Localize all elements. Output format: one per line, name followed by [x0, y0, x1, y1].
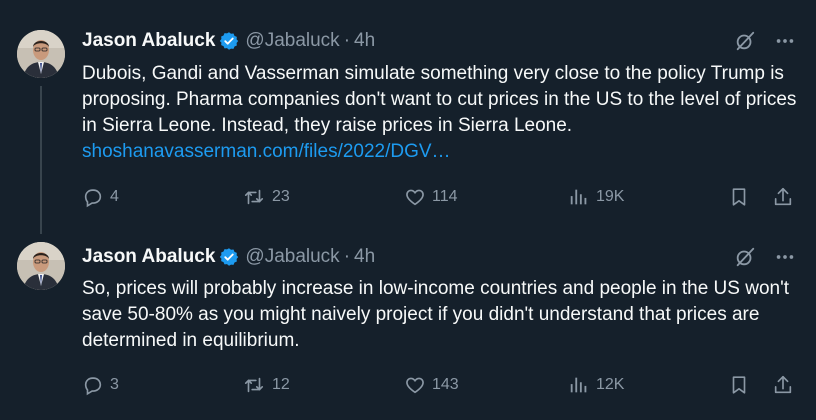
tweet-header: Jason Abaluck @Jabaluck · 4h [82, 245, 375, 269]
repost-icon [242, 186, 266, 208]
reply-count: 3 [110, 376, 119, 393]
grok-icon[interactable] [734, 246, 756, 273]
grok-icon[interactable] [734, 30, 756, 57]
views-icon [568, 374, 590, 396]
views-count: 19K [596, 188, 625, 205]
verified-badge-icon [219, 247, 239, 267]
avatar[interactable] [17, 30, 65, 78]
verified-badge-icon [219, 31, 239, 51]
tweet-link[interactable]: shoshanavasserman.com/files/2022/DGV… [82, 141, 451, 162]
tweet[interactable]: Jason Abaluck @Jabaluck · 4h So, prices … [0, 228, 816, 420]
reply-button[interactable]: 3 [82, 374, 119, 396]
repost-icon [242, 374, 266, 396]
tweet-body: Dubois, Gandi and Vasserman simulate som… [82, 63, 797, 136]
views-icon [568, 186, 590, 208]
reply-icon [82, 186, 104, 208]
reply-button[interactable]: 4 [82, 186, 119, 208]
like-button[interactable]: 114 [404, 186, 458, 208]
tweet[interactable]: Jason Abaluck @Jabaluck · 4h Dubois, Gan… [0, 0, 816, 228]
tweet-body: So, prices will probably increase in low… [82, 278, 789, 351]
repost-count: 23 [272, 188, 290, 205]
tweet-top-actions [734, 30, 796, 57]
like-icon [404, 186, 426, 208]
like-icon [404, 374, 426, 396]
author-handle[interactable]: @Jabaluck [245, 246, 339, 268]
share-icon [772, 374, 794, 396]
bookmark-icon [728, 374, 750, 396]
tweet-header: Jason Abaluck @Jabaluck · 4h [82, 29, 375, 53]
more-icon[interactable] [774, 246, 796, 273]
like-count: 143 [432, 376, 459, 393]
tweet-text: Dubois, Gandi and Vasserman simulate som… [82, 61, 802, 165]
author-handle[interactable]: @Jabaluck [245, 30, 339, 52]
reply-icon [82, 374, 104, 396]
views-count: 12K [596, 376, 625, 393]
views-button[interactable]: 19K [568, 186, 624, 208]
share-icon [772, 186, 794, 208]
tweet-text: So, prices will probably increase in low… [82, 276, 802, 354]
tweet-actions: 4 23 114 19K [82, 186, 796, 210]
views-button[interactable]: 12K [568, 374, 624, 396]
bookmark-icon [728, 186, 750, 208]
avatar[interactable] [17, 242, 65, 290]
author-name[interactable]: Jason Abaluck [82, 246, 215, 268]
reply-count: 4 [110, 188, 119, 205]
share-button[interactable] [772, 374, 794, 396]
like-button[interactable]: 143 [404, 374, 459, 396]
repost-button[interactable]: 23 [242, 186, 290, 208]
tweet-top-actions [734, 246, 796, 273]
separator-dot: · [343, 30, 351, 51]
tweet-actions: 3 12 143 12K [82, 374, 796, 398]
bookmark-button[interactable] [728, 186, 750, 208]
like-count: 114 [432, 188, 458, 205]
repost-button[interactable]: 12 [242, 374, 290, 396]
more-icon[interactable] [774, 30, 796, 57]
author-name[interactable]: Jason Abaluck [82, 30, 215, 52]
separator-dot: · [343, 246, 351, 267]
repost-count: 12 [272, 376, 290, 393]
timestamp[interactable]: 4h [354, 246, 375, 268]
bookmark-button[interactable] [728, 374, 750, 396]
share-button[interactable] [772, 186, 794, 208]
timestamp[interactable]: 4h [354, 30, 375, 52]
